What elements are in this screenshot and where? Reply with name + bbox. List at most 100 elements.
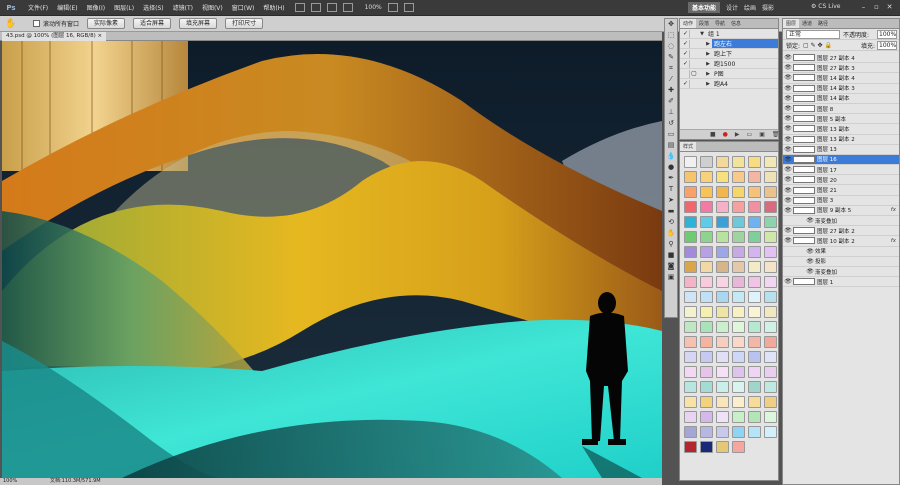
- layer-thumbnail[interactable]: [793, 196, 815, 204]
- new-set-icon[interactable]: ▭: [747, 131, 753, 138]
- style-swatch[interactable]: [700, 306, 713, 318]
- style-swatch[interactable]: [700, 261, 713, 273]
- print-size-button[interactable]: 打印尺寸: [225, 18, 264, 29]
- action-check-icon[interactable]: ✓: [682, 39, 690, 48]
- style-swatch[interactable]: [748, 201, 761, 213]
- style-swatch[interactable]: [716, 396, 729, 408]
- tab-layers[interactable]: 图层: [783, 19, 800, 28]
- action-check-icon[interactable]: ✓: [682, 59, 690, 68]
- quick-mask-icon[interactable]: ◙: [665, 261, 677, 272]
- style-swatch[interactable]: [700, 441, 713, 453]
- menu-layer[interactable]: 图层(L): [112, 3, 136, 12]
- document-tab[interactable]: 43.psd @ 100% (图层 16, RGB/8) ×: [2, 32, 107, 41]
- style-swatch[interactable]: [748, 321, 761, 333]
- fit-screen-button[interactable]: 适合屏幕: [133, 18, 172, 29]
- style-swatch[interactable]: [684, 426, 697, 438]
- layer-thumbnail[interactable]: [793, 125, 815, 133]
- style-swatch[interactable]: [716, 291, 729, 303]
- lock-icons[interactable]: ▢ ✎ ✥ 🔒: [803, 42, 832, 49]
- bridge-icon[interactable]: [294, 3, 305, 12]
- style-swatch[interactable]: [732, 351, 745, 363]
- menu-edit[interactable]: 编辑(E): [55, 3, 79, 12]
- style-swatch[interactable]: [732, 411, 745, 423]
- layer-row[interactable]: 👁 图层 27 副本 4: [783, 53, 899, 64]
- style-swatch[interactable]: [764, 411, 777, 423]
- style-swatch[interactable]: [716, 201, 729, 213]
- style-swatch[interactable]: [764, 261, 777, 273]
- style-swatch[interactable]: [700, 276, 713, 288]
- style-swatch[interactable]: [700, 426, 713, 438]
- style-swatch[interactable]: [748, 261, 761, 273]
- action-row[interactable]: ▢ ▶ P图: [680, 69, 778, 79]
- action-dialog-toggle[interactable]: [690, 60, 698, 68]
- eraser-tool-icon[interactable]: ▭: [665, 129, 677, 140]
- 3d-rotate-tool-icon[interactable]: ⟲: [665, 217, 677, 228]
- expand-arrow-icon[interactable]: ▶: [704, 81, 712, 87]
- blur-tool-icon[interactable]: 💧: [665, 151, 677, 162]
- stop-icon[interactable]: ■: [710, 131, 716, 138]
- style-swatch[interactable]: [732, 321, 745, 333]
- style-swatch[interactable]: [764, 216, 777, 228]
- style-swatch[interactable]: [764, 186, 777, 198]
- pen-tool-icon[interactable]: ✒: [665, 173, 677, 184]
- style-swatch[interactable]: [732, 156, 745, 168]
- effect-eye-icon[interactable]: 👁: [805, 268, 815, 275]
- stamp-tool-icon[interactable]: ⊥: [665, 107, 677, 118]
- layer-thumbnail[interactable]: [793, 74, 815, 82]
- style-swatch[interactable]: [700, 201, 713, 213]
- action-check-icon[interactable]: ✓: [682, 79, 690, 88]
- style-swatch[interactable]: [732, 231, 745, 243]
- style-swatch[interactable]: [748, 246, 761, 258]
- style-swatch[interactable]: [684, 156, 697, 168]
- style-swatch[interactable]: [700, 186, 713, 198]
- action-dialog-toggle[interactable]: [690, 30, 698, 38]
- style-swatch[interactable]: [732, 396, 745, 408]
- layer-thumbnail[interactable]: [793, 115, 815, 123]
- layer-row[interactable]: 👁 图层 8: [783, 104, 899, 115]
- action-dialog-toggle[interactable]: [690, 80, 698, 88]
- layer-row[interactable]: 👁 图层 9 副本 5 fx: [783, 206, 899, 216]
- layer-effect-row[interactable]: 👁 渐变叠加: [783, 267, 899, 278]
- visibility-eye-icon[interactable]: 👁: [783, 95, 793, 102]
- color-swatches-icon[interactable]: ■: [665, 250, 677, 261]
- layer-thumbnail[interactable]: [793, 145, 815, 153]
- visibility-eye-icon[interactable]: 👁: [783, 54, 793, 61]
- style-swatch[interactable]: [684, 381, 697, 393]
- shape-tool-icon[interactable]: ▬: [665, 206, 677, 217]
- visibility-eye-icon[interactable]: 👁: [783, 115, 793, 122]
- layer-row[interactable]: 👁 图层 14 副本: [783, 94, 899, 104]
- layer-row[interactable]: 👁 图层 17: [783, 165, 899, 176]
- style-swatch[interactable]: [684, 246, 697, 258]
- style-swatch[interactable]: [748, 411, 761, 423]
- style-swatch[interactable]: [732, 441, 745, 453]
- dodge-tool-icon[interactable]: ●: [665, 162, 677, 173]
- style-swatch[interactable]: [716, 261, 729, 273]
- visibility-eye-icon[interactable]: 👁: [783, 227, 793, 234]
- style-swatch[interactable]: [716, 156, 729, 168]
- layer-row[interactable]: 👁 图层 5 副本: [783, 114, 899, 125]
- style-swatch[interactable]: [684, 231, 697, 243]
- style-swatch[interactable]: [748, 381, 761, 393]
- layer-thumbnail[interactable]: [793, 278, 815, 286]
- actual-pixels-button[interactable]: 实际像素: [87, 18, 126, 29]
- style-swatch[interactable]: [732, 291, 745, 303]
- record-icon[interactable]: ●: [723, 131, 728, 138]
- style-swatch[interactable]: [700, 396, 713, 408]
- style-swatch[interactable]: [716, 351, 729, 363]
- menu-image[interactable]: 图像(I): [85, 3, 107, 12]
- action-set-row[interactable]: ✓ ▼ 组 1: [680, 29, 778, 39]
- style-swatch[interactable]: [700, 411, 713, 423]
- visibility-eye-icon[interactable]: 👁: [783, 278, 793, 285]
- style-swatch[interactable]: [684, 171, 697, 183]
- style-swatch[interactable]: [700, 366, 713, 378]
- style-swatch[interactable]: [732, 366, 745, 378]
- style-swatch[interactable]: [684, 366, 697, 378]
- style-swatch[interactable]: [764, 396, 777, 408]
- style-swatch[interactable]: [764, 156, 777, 168]
- style-swatch[interactable]: [748, 216, 761, 228]
- visibility-eye-icon[interactable]: 👁: [783, 136, 793, 143]
- layer-thumbnail[interactable]: [793, 64, 815, 72]
- visibility-eye-icon[interactable]: 👁: [783, 105, 793, 112]
- action-check-icon[interactable]: [682, 69, 690, 78]
- layer-thumbnail[interactable]: [793, 166, 815, 174]
